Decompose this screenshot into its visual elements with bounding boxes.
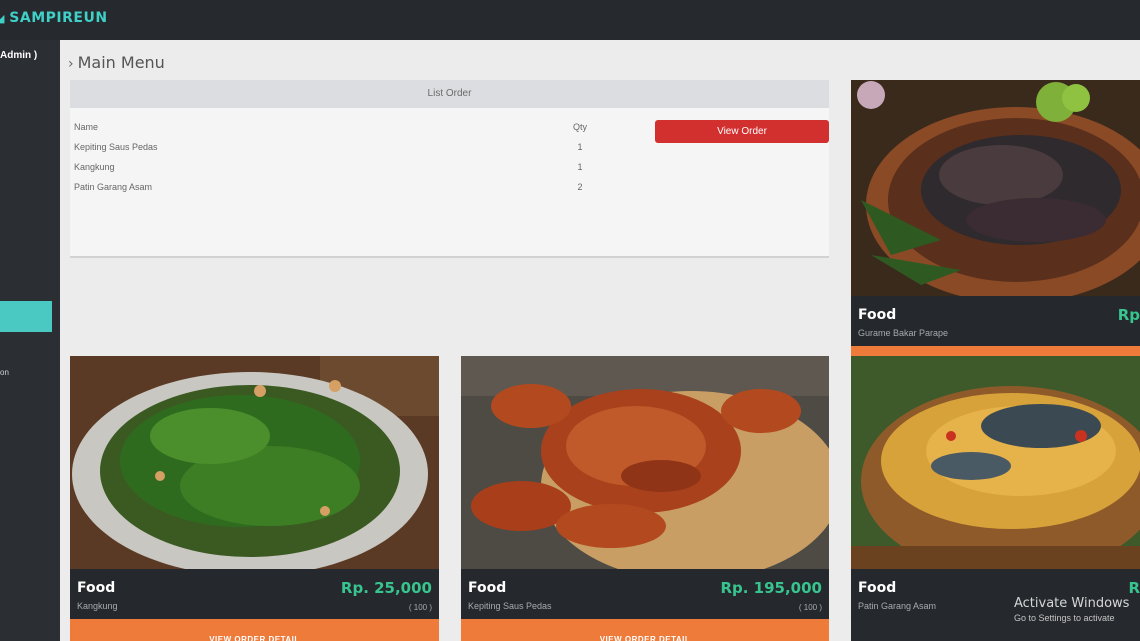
menu-card-info: Food Kangkung Rp. 25,000 ( 100 ) [70,569,439,619]
order-item-name: Patin Garang Asam [74,182,153,192]
menu-card-info: Food Patin Garang Asam R [851,569,1140,619]
food-photo-crab [461,356,829,569]
food-photo-fish-soup [851,356,1140,569]
menu-card[interactable]: Food Kepiting Saus Pedas Rp. 195,000 ( 1… [461,356,829,641]
list-order-panel: List Order Name Qty Kepiting Saus Pedas … [70,80,829,258]
menu-card-price: Rp [1117,306,1140,324]
brand-logo[interactable]: ◢ SAMPIREUN [0,10,108,26]
sidebar-item-label[interactable]: on [0,368,9,377]
brand-mark-icon: ◢ [0,12,5,25]
menu-card-info: Food Kepiting Saus Pedas Rp. 195,000 ( 1… [461,569,829,619]
sidebar-user-label: Admin ) [0,50,38,61]
menu-card-category: Food [77,580,116,596]
menu-card-price: Rp. 25,000 [340,579,432,597]
menu-card-stock: ( 100 ) [408,603,432,612]
order-item-name: Kepiting Saus Pedas [74,142,158,152]
menu-card-name: Kepiting Saus Pedas [468,601,552,611]
menu-card-price: R [1128,579,1140,597]
column-header-name: Name [74,122,99,132]
order-item-qty: 1 [577,162,583,172]
page-title: › Main Menu [68,53,165,72]
sidebar: Admin ) on [0,40,60,641]
table-row: Kangkung 1 [74,162,594,182]
order-item-qty: 1 [577,142,583,152]
order-table: Name Qty Kepiting Saus Pedas 1 Kangkung … [74,122,594,202]
menu-card-stock: ( 100 ) [798,603,822,612]
table-row: Patin Garang Asam 2 [74,182,594,202]
sidebar-item-active[interactable] [0,301,52,332]
brand-text: SAMPIREUN [9,10,108,26]
view-order-detail-button[interactable] [851,346,1140,356]
activate-windows-watermark: Activate Windows [1014,596,1130,611]
list-order-header: List Order [70,80,829,108]
menu-card[interactable]: Food Gurame Bakar Parape Rp [851,80,1140,356]
menu-card-category: Food [468,580,507,596]
menu-card-price: Rp. 195,000 [720,579,822,597]
menu-card-name: Gurame Bakar Parape [858,328,949,338]
order-item-name: Kangkung [74,162,115,172]
view-order-detail-button[interactable]: VIEW ORDER DETAIL [461,619,829,641]
view-order-button[interactable]: View Order [655,120,829,143]
menu-card-name: Patin Garang Asam [858,601,937,611]
menu-card-info: Food Gurame Bakar Parape Rp [851,296,1140,346]
order-table-header: Name Qty [74,122,594,142]
view-order-detail-button[interactable]: VIEW ORDER DETAIL [70,619,439,641]
top-navbar: ◢ SAMPIREUN [0,0,1140,40]
column-header-qty: Qty [572,122,587,132]
order-item-qty: 2 [577,182,583,192]
menu-card-category: Food [858,580,897,596]
table-row: Kepiting Saus Pedas 1 [74,142,594,162]
menu-card[interactable]: Food Kangkung Rp. 25,000 ( 100 ) VIEW OR… [70,356,439,641]
page-title-text: Main Menu [77,53,165,72]
chevron-right-icon: › [68,56,74,72]
menu-card-name: Kangkung [77,601,118,611]
activate-windows-subtitle: Go to Settings to activate [1014,613,1115,623]
menu-card-category: Food [858,307,897,323]
food-photo-grilled-fish [851,80,1140,296]
food-photo-kangkung [70,356,439,569]
